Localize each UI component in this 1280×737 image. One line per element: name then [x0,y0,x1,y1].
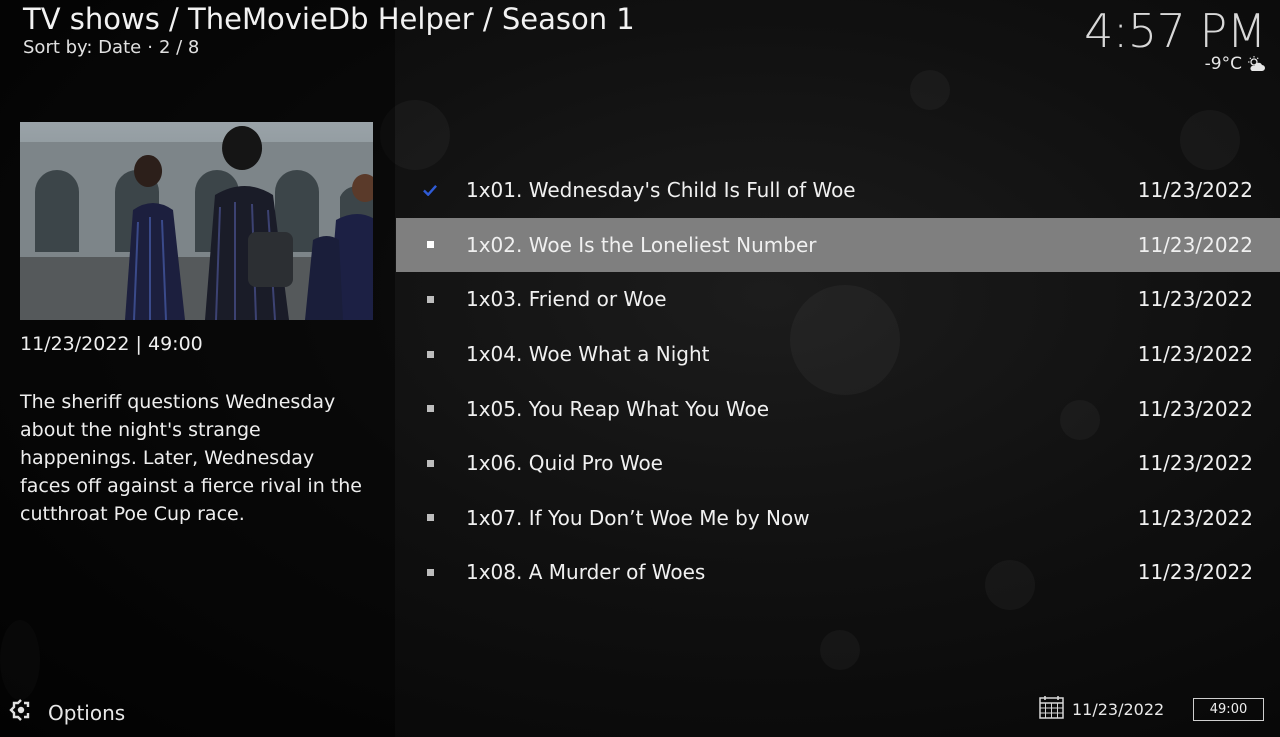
episode-date: 11/23/2022 [1137,178,1253,203]
footer-date-label: 11/23/2022 [1072,700,1165,719]
episode-date: 11/23/2022 [1137,232,1253,257]
unwatched-square-icon [423,456,437,470]
footer-date: 11/23/2022 [1039,696,1164,723]
kodi-screen: TV shows / TheMovieDb Helper / Season 1 … [0,0,1280,737]
list-item[interactable]: 1x04. Woe What a Night 11/23/2022 [396,327,1280,382]
options-button[interactable]: Options [8,697,125,728]
episode-date: 11/23/2022 [1137,287,1253,312]
episode-title: 1x03. Friend or Woe [466,287,667,312]
episode-title: 1x06. Quid Pro Woe [466,451,663,476]
clock: 4:57 PM [1084,4,1266,58]
episode-thumbnail [20,122,373,320]
episode-plot: The sheriff questions Wednesday about th… [20,391,362,525]
episode-title: 1x01. Wednesday's Child Is Full of Woe [466,178,856,203]
sort-label[interactable]: Sort by: Date [23,37,141,58]
runtime-badge: 49:00 [1193,698,1264,721]
unwatched-square-icon [423,511,437,525]
episode-list: 1x01. Wednesday's Child Is Full of Woe 1… [396,163,1280,600]
info-panel-shade [0,0,395,737]
list-item[interactable]: 1x05. You Reap What You Woe 11/23/2022 [396,381,1280,436]
episode-meta: 11/23/2022 | 49:00 [20,333,203,355]
list-item[interactable]: 1x06. Quid Pro Woe 11/23/2022 [396,436,1280,491]
calendar-icon [1039,696,1064,723]
bokeh-light [1180,110,1240,170]
episode-title: 1x07. If You Don’t Woe Me by Now [466,505,810,530]
unwatched-square-icon [423,402,437,416]
watched-check-icon [423,183,437,197]
episode-title: 1x04. Woe What a Night [466,342,710,367]
episode-date: 11/23/2022 [1137,342,1253,367]
bokeh-light [820,630,860,670]
list-item[interactable]: 1x01. Wednesday's Child Is Full of Woe 1… [396,163,1280,218]
item-position: 2 / 8 [158,37,200,58]
bokeh-light [910,70,950,110]
partly-cloudy-icon [1246,56,1266,72]
unwatched-square-icon [423,565,437,579]
list-item[interactable]: 1x08. A Murder of Woes 11/23/2022 [396,545,1280,600]
episode-date: 11/23/2022 [1137,505,1253,530]
temperature: -9°C [1204,54,1242,74]
list-item[interactable]: 1x07. If You Don’t Woe Me by Now 11/23/2… [396,491,1280,546]
episode-title: 1x08. A Murder of Woes [466,560,706,585]
episode-title: 1x02. Woe Is the Loneliest Number [466,232,817,257]
weather: -9°C [1205,54,1266,74]
list-item[interactable]: 1x03. Friend or Woe 11/23/2022 [396,272,1280,327]
episode-title: 1x05. You Reap What You Woe [466,396,770,421]
episode-date: 11/23/2022 [1137,396,1253,421]
sort-info: Sort by: Date · 2 / 8 [23,37,199,58]
unwatched-square-icon [423,238,437,252]
separator: · [147,37,153,58]
episode-date: 11/23/2022 [1137,451,1253,476]
options-gear-icon [8,697,34,728]
list-item-focused[interactable]: 1x02. Woe Is the Loneliest Number 11/23/… [396,217,1280,273]
unwatched-square-icon [423,347,437,361]
options-label: Options [48,700,126,725]
episode-date: 11/23/2022 [1137,560,1253,585]
unwatched-square-icon [423,292,437,306]
breadcrumb: TV shows / TheMovieDb Helper / Season 1 [23,2,635,36]
